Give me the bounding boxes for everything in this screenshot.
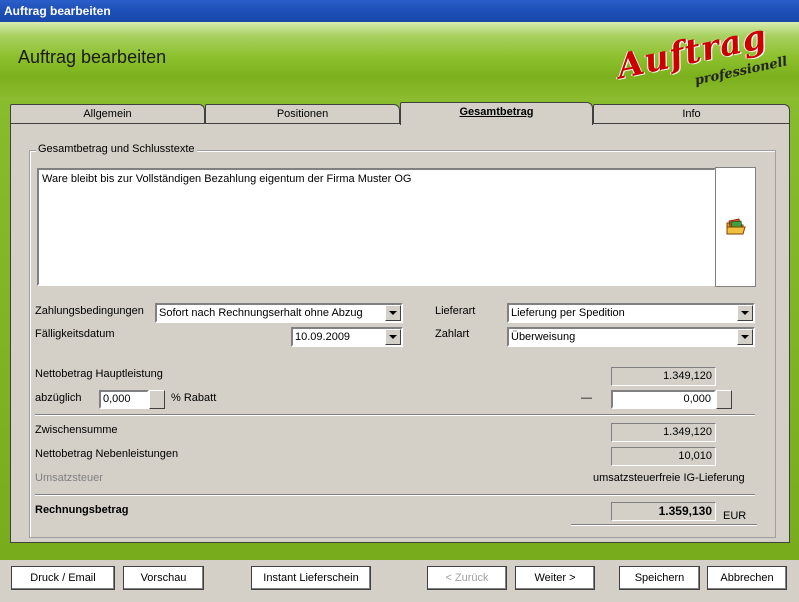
tab-gesamtbetrag[interactable]: Gesamtbetrag bbox=[400, 102, 593, 125]
tab-panel-gesamtbetrag: Gesamtbetrag und Schlusstexte Ware bleib… bbox=[10, 123, 790, 543]
group-legend: Gesamtbetrag und Schlusstexte bbox=[36, 143, 197, 155]
logo: Auftrag professionell bbox=[610, 17, 789, 92]
faelligkeitsdatum-label: Fälligkeitsdatum bbox=[35, 328, 115, 340]
schlusstext-textarea[interactable]: Ware bleibt bis zur Vollständigen Bezahl… bbox=[37, 168, 716, 286]
rabatt-spinner[interactable] bbox=[149, 390, 165, 409]
tab-bar: Allgemein Positionen Gesamtbetrag Info bbox=[10, 102, 790, 125]
divider bbox=[35, 414, 755, 416]
zwischensumme-value: 1.349,120 bbox=[611, 423, 716, 442]
netto-haupt-label: Nettobetrag Hauptleistung bbox=[35, 368, 163, 380]
instant-lieferschein-button[interactable]: Instant Lieferschein bbox=[251, 566, 371, 590]
abzueglich-label: abzüglich bbox=[35, 392, 82, 404]
rechnungsbetrag-label: Rechnungsbetrag bbox=[35, 504, 129, 516]
zahlart-value: Überweisung bbox=[511, 331, 576, 343]
umsatzsteuer-value: umsatzsteuerfreie IG-Lieferung bbox=[593, 472, 745, 484]
open-textbaustein-button[interactable] bbox=[715, 167, 756, 287]
faelligkeitsdatum-value: 10.09.2009 bbox=[295, 331, 351, 343]
zurueck-button[interactable]: < Zurück bbox=[427, 566, 507, 590]
tab-positionen[interactable]: Positionen bbox=[205, 104, 400, 124]
abbrechen-button[interactable]: Abbrechen bbox=[707, 566, 787, 590]
faelligkeitsdatum-picker[interactable]: 10.09.2009 bbox=[291, 327, 403, 347]
vorschau-button[interactable]: Vorschau bbox=[123, 566, 204, 590]
rabatt-amount-input[interactable]: 0,000 bbox=[611, 390, 716, 409]
netto-neben-value: 10,010 bbox=[611, 447, 716, 466]
divider bbox=[35, 494, 755, 496]
header-title: Auftrag bearbeiten bbox=[18, 47, 167, 67]
speichern-button[interactable]: Speichern bbox=[619, 566, 700, 590]
zahlungsbedingungen-value: Sofort nach Rechnungserhalt ohne Abzug bbox=[159, 307, 363, 319]
lieferart-label: Lieferart bbox=[435, 305, 476, 317]
lieferart-select[interactable]: Lieferung per Spedition bbox=[507, 303, 755, 323]
tab-info[interactable]: Info bbox=[593, 104, 790, 124]
weiter-button[interactable]: Weiter > bbox=[515, 566, 595, 590]
app-header: Auftrag bearbeiten Auftrag professionell bbox=[0, 17, 799, 100]
currency-label: EUR bbox=[723, 510, 747, 522]
zwischensumme-label: Zwischensumme bbox=[35, 424, 118, 436]
zahlart-label: Zahlart bbox=[435, 328, 470, 340]
total-underline bbox=[571, 524, 757, 526]
chevron-down-icon[interactable] bbox=[737, 305, 753, 321]
minus-sign: — bbox=[581, 392, 592, 404]
rabatt-percent-input[interactable]: 0,000 bbox=[99, 390, 149, 409]
rabatt-label: % Rabatt bbox=[171, 392, 217, 404]
chevron-down-icon[interactable] bbox=[385, 329, 401, 345]
rabatt-amount-spinner[interactable] bbox=[716, 390, 732, 409]
netto-neben-label: Nettobetrag Nebenleistungen bbox=[35, 448, 179, 460]
chevron-down-icon[interactable] bbox=[737, 329, 753, 345]
druck-email-button[interactable]: Druck / Email bbox=[11, 566, 115, 590]
folder-icon bbox=[726, 218, 746, 235]
window-title: Auftrag bearbeiten bbox=[0, 0, 799, 22]
tab-allgemein[interactable]: Allgemein bbox=[10, 104, 205, 124]
zahlungsbedingungen-label: Zahlungsbedingungen bbox=[35, 305, 144, 317]
netto-haupt-value: 1.349,120 bbox=[611, 367, 716, 386]
chevron-down-icon[interactable] bbox=[385, 305, 401, 321]
rechnungsbetrag-value: 1.359,130 bbox=[611, 502, 716, 521]
zahlart-select[interactable]: Überweisung bbox=[507, 327, 755, 347]
zahlungsbedingungen-select[interactable]: Sofort nach Rechnungserhalt ohne Abzug bbox=[155, 303, 403, 323]
lieferart-value: Lieferung per Spedition bbox=[511, 307, 625, 319]
umsatzsteuer-label: Umsatzsteuer bbox=[35, 472, 103, 484]
